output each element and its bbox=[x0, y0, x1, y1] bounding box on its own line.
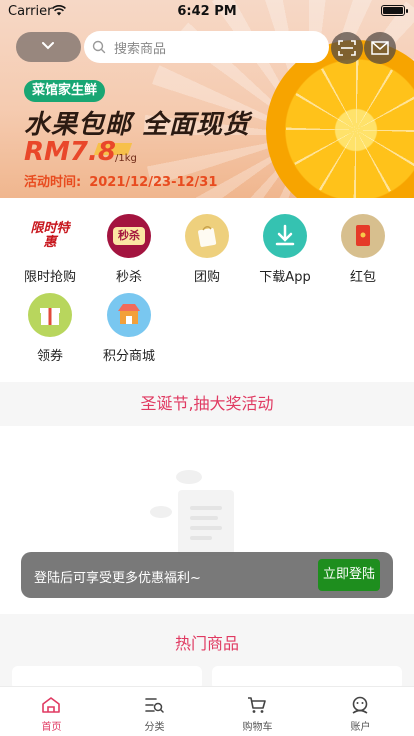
cloud-decoration bbox=[176, 470, 202, 484]
grid-item-flash-kill[interactable]: 秒杀 秒杀 bbox=[90, 214, 168, 285]
login-button[interactable]: 立即登陆 bbox=[318, 559, 380, 591]
points-shop-icon bbox=[107, 293, 151, 337]
grid-item-label: 秒杀 bbox=[115, 270, 142, 285]
red-packet-icon bbox=[341, 214, 385, 258]
tab-category[interactable]: 分类 bbox=[103, 687, 206, 736]
coupon-gift-icon bbox=[28, 293, 72, 337]
grid-item-group-buy[interactable]: 团购 bbox=[168, 214, 246, 285]
activity-label: 活动时间: bbox=[24, 175, 82, 190]
quick-entry-grid: 限时特惠 限时抢购 秒杀 秒杀 团购 下载App 红包 领券 积分商城 bbox=[0, 198, 414, 382]
tab-account[interactable]: 账户 bbox=[309, 687, 412, 736]
grid-item-limited-sale[interactable]: 限时特惠 限时抢购 bbox=[11, 214, 89, 285]
banner-headline: 水果包邮 全面现货 bbox=[24, 110, 251, 140]
grid-item-label: 团购 bbox=[193, 270, 220, 285]
grid-item-download-app[interactable]: 下载App bbox=[246, 214, 324, 285]
tab-label: 分类 bbox=[144, 722, 165, 733]
download-icon bbox=[263, 214, 307, 258]
battery-icon bbox=[381, 5, 408, 16]
banner-price: RM7.8 bbox=[24, 137, 116, 167]
cart-icon bbox=[248, 697, 266, 713]
flash-kill-icon: 秒杀 bbox=[107, 214, 151, 258]
login-toast: 登陆后可享受更多优惠福利~ 立即登陆 bbox=[21, 552, 393, 598]
scan-button[interactable] bbox=[331, 32, 363, 64]
search-icon bbox=[92, 40, 106, 54]
empty-state-icon bbox=[178, 490, 234, 556]
banner-unit: /1kg bbox=[115, 153, 137, 164]
promo-banner[interactable]: 菜馆家生鲜 水果包邮 全面现货 RM7.8 /1kg 活动时间: 2021/12/… bbox=[0, 0, 414, 198]
category-icon bbox=[145, 698, 164, 713]
login-toast-text: 登陆后可享受更多优惠福利~ bbox=[34, 571, 201, 586]
mail-icon bbox=[371, 41, 389, 55]
tab-home[interactable]: 首页 bbox=[0, 687, 103, 736]
home-icon bbox=[42, 697, 60, 713]
grid-item-coupon[interactable]: 领券 bbox=[11, 293, 89, 364]
grid-item-label: 领券 bbox=[36, 349, 63, 364]
tab-cart[interactable]: 购物车 bbox=[206, 687, 309, 736]
limited-sale-icon: 限时特惠 bbox=[28, 214, 72, 258]
search-input[interactable]: 搜索商品 bbox=[114, 38, 166, 57]
banner-tag: 菜馆家生鲜 bbox=[24, 80, 106, 102]
status-bar: Carrier 6:42 PM bbox=[0, 0, 414, 22]
message-button[interactable] bbox=[364, 32, 396, 64]
grid-item-points-shop[interactable]: 积分商城 bbox=[90, 293, 168, 364]
christmas-promo-link[interactable]: 圣诞节,抽大奖活动 bbox=[0, 382, 414, 426]
banner-activity: 活动时间: 2021/12/23-12/31 bbox=[24, 171, 217, 190]
grid-item-label: 积分商城 bbox=[102, 349, 155, 364]
hot-products-title: 热门商品 bbox=[174, 634, 239, 653]
group-buy-icon bbox=[185, 214, 229, 258]
tab-label: 购物车 bbox=[242, 722, 273, 733]
limited-sale-badge: 限时特惠 bbox=[30, 221, 70, 250]
chevron-down-icon bbox=[42, 42, 54, 50]
grid-item-label: 红包 bbox=[349, 270, 376, 285]
status-time: 6:42 PM bbox=[177, 4, 237, 19]
tab-label: 账户 bbox=[350, 722, 371, 733]
flash-kill-badge: 秒杀 bbox=[113, 227, 145, 245]
tab-label: 首页 bbox=[41, 722, 62, 733]
activity-dates: 2021/12/23-12/31 bbox=[89, 175, 218, 190]
account-icon bbox=[352, 696, 368, 714]
location-dropdown[interactable] bbox=[16, 32, 81, 62]
bottom-tab-bar: 首页 分类 购物车 账户 bbox=[0, 686, 414, 736]
grid-item-label: 限时抢购 bbox=[23, 270, 76, 285]
app-page: 菜馆家生鲜 水果包邮 全面现货 RM7.8 /1kg 活动时间: 2021/12/… bbox=[0, 0, 414, 736]
grid-item-label: 下载App bbox=[259, 270, 311, 285]
cloud-decoration bbox=[150, 506, 172, 518]
search-bar[interactable]: 搜索商品 bbox=[84, 31, 329, 63]
scan-icon bbox=[338, 40, 356, 56]
grid-item-red-packet[interactable]: 红包 bbox=[324, 214, 402, 285]
